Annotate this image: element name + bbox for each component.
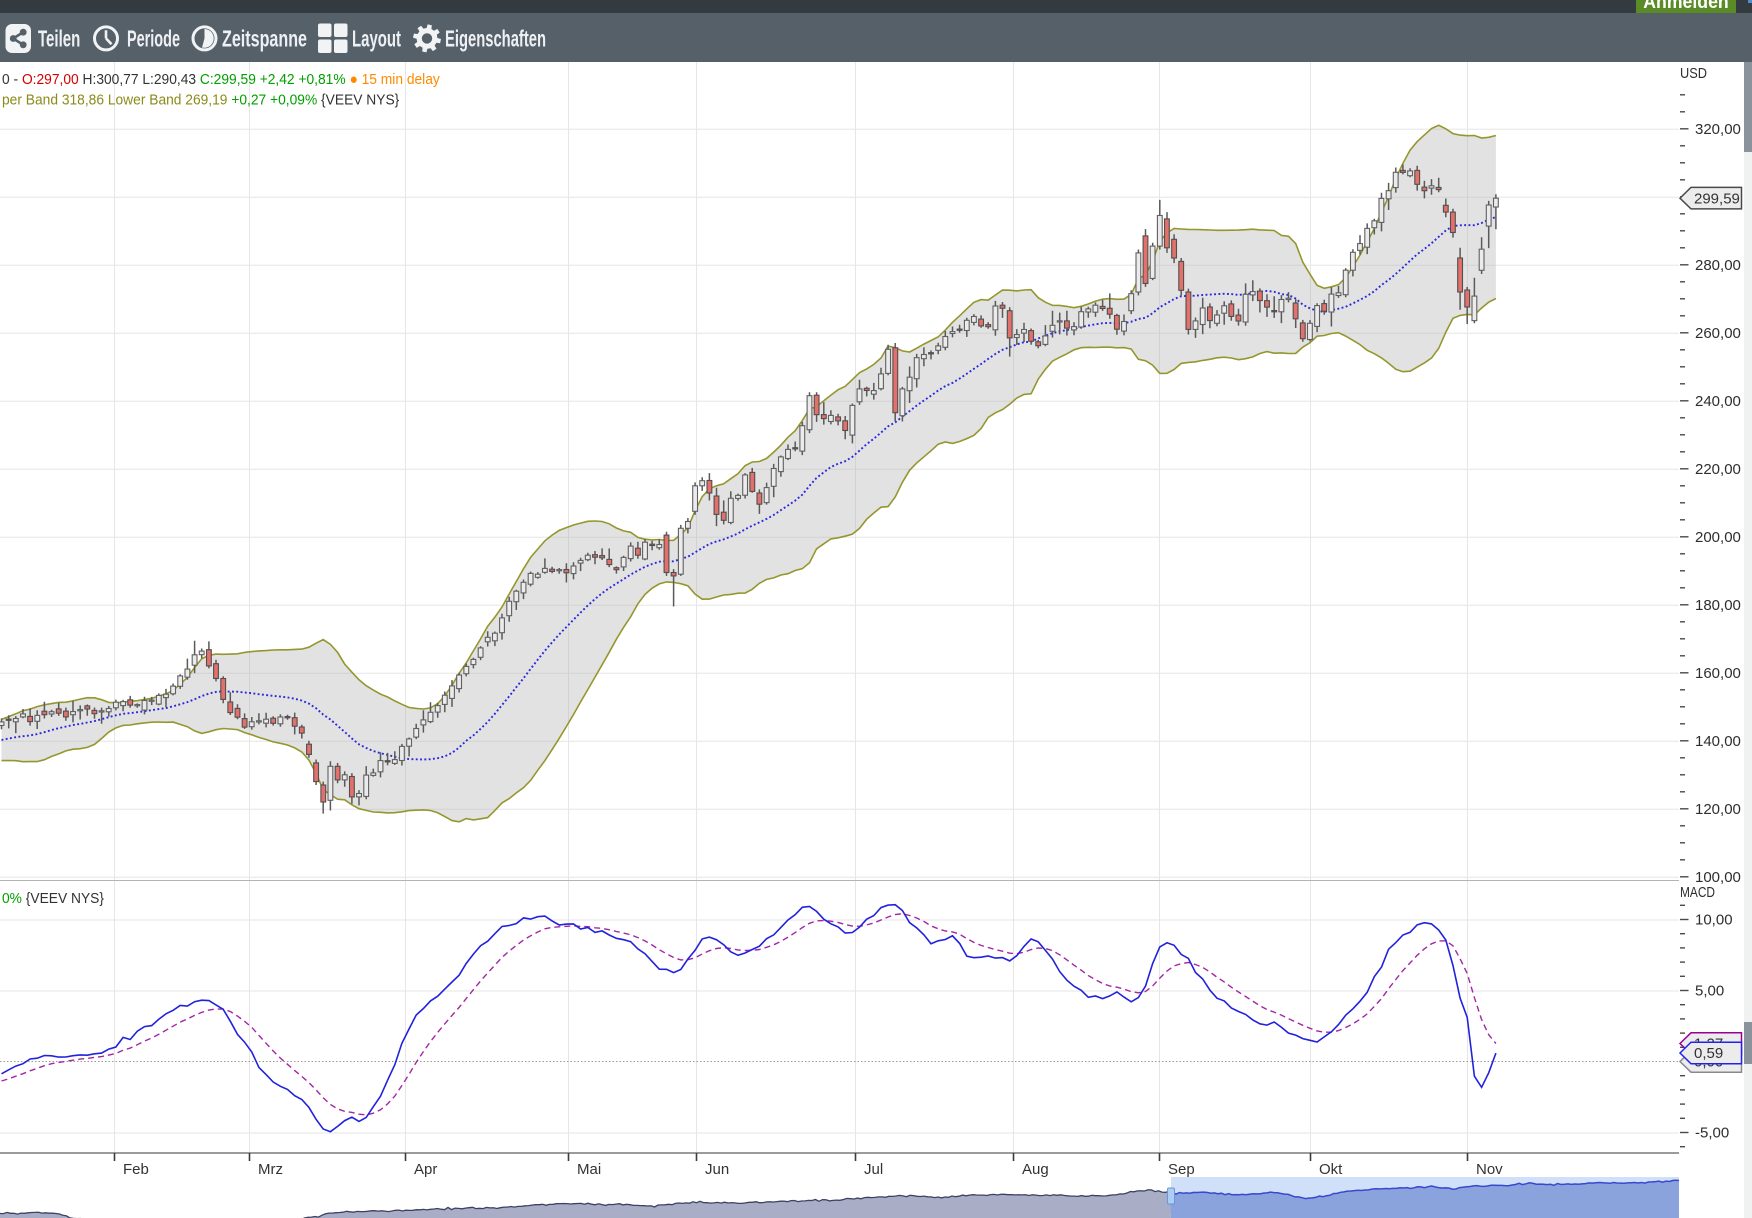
- svg-text:Aug: Aug: [1022, 1161, 1049, 1178]
- svg-text:260,00: 260,00: [1695, 325, 1741, 342]
- svg-text:160,00: 160,00: [1695, 665, 1741, 682]
- svg-text:Feb: Feb: [123, 1161, 149, 1178]
- svg-text:USD: USD: [1680, 65, 1707, 82]
- svg-text:Jun: Jun: [705, 1161, 729, 1178]
- svg-text:200,00: 200,00: [1695, 529, 1741, 546]
- svg-text:240,00: 240,00: [1695, 393, 1741, 410]
- svg-text:Eigenschaften: Eigenschaften: [445, 26, 546, 52]
- svg-text:Apr: Apr: [414, 1161, 437, 1178]
- svg-text:Layout: Layout: [352, 26, 401, 52]
- svg-text:0 - O:297,00 H:300,77 L:290,43: 0 - O:297,00 H:300,77 L:290,43 C:299,59 …: [2, 72, 441, 89]
- svg-text:MACD: MACD: [1680, 884, 1715, 901]
- svg-text:Mrz: Mrz: [258, 1161, 283, 1178]
- svg-text:0,59: 0,59: [1694, 1045, 1723, 1062]
- svg-text:Zeitspanne: Zeitspanne: [222, 26, 307, 52]
- svg-text:280,00: 280,00: [1695, 257, 1741, 274]
- svg-text:-5,00: -5,00: [1695, 1125, 1729, 1142]
- svg-text:Jul: Jul: [864, 1161, 883, 1178]
- svg-text:Mai: Mai: [577, 1161, 601, 1178]
- svg-text:Teilen: Teilen: [38, 26, 80, 52]
- svg-text:Sep: Sep: [1168, 1161, 1195, 1178]
- svg-text:120,00: 120,00: [1695, 801, 1741, 818]
- svg-text:180,00: 180,00: [1695, 597, 1741, 614]
- svg-text:320,00: 320,00: [1695, 121, 1741, 138]
- svg-text:10,00: 10,00: [1695, 912, 1733, 929]
- svg-text:299,59: 299,59: [1694, 190, 1740, 207]
- svg-text:220,00: 220,00: [1695, 461, 1741, 478]
- svg-text:Nov: Nov: [1476, 1161, 1503, 1178]
- svg-text:per Band 318,86 Lower Band 269: per Band 318,86 Lower Band 269,19 +0,27 …: [2, 92, 399, 109]
- svg-text:140,00: 140,00: [1695, 733, 1741, 750]
- svg-text:5,00: 5,00: [1695, 983, 1724, 1000]
- svg-text:Okt: Okt: [1319, 1161, 1343, 1178]
- svg-text:Periode: Periode: [127, 26, 180, 52]
- svg-text:0% {VEEV NYS}: 0% {VEEV NYS}: [2, 891, 104, 908]
